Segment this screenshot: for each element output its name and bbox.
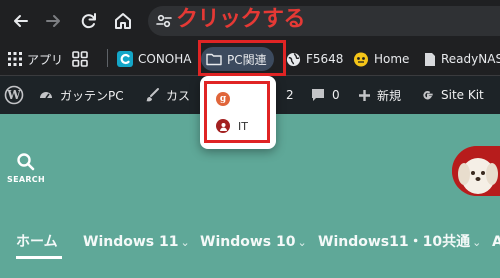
bookmark-apps[interactable]: アプリ <box>8 47 63 71</box>
svg-text:W: W <box>6 88 21 102</box>
site-avatar[interactable] <box>452 146 500 196</box>
bookmark-readynas[interactable]: ReadyNAS <box>424 47 500 71</box>
chevron-down-icon: ⌄ <box>297 236 307 249</box>
dog-avatar-icon <box>452 146 500 196</box>
nav-item-label: ホーム <box>16 234 58 250</box>
wp-new-content[interactable]: 新規 <box>358 84 401 106</box>
bookmarks-separator <box>107 49 108 67</box>
home-button[interactable] <box>110 8 136 34</box>
bookmark-label: アプリ <box>27 52 64 67</box>
wp-site-name-label: ガッテンPC <box>60 88 124 103</box>
bookmark-home[interactable]: Home <box>353 47 409 71</box>
nav-item-label: Windows 11 <box>83 234 179 250</box>
site-info-button[interactable] <box>152 9 176 33</box>
bookmark-label: F5648 <box>306 52 344 66</box>
bookmark-label: ReadyNAS <box>441 52 500 66</box>
globe-icon <box>286 52 301 66</box>
nav-item-label: Windows 10 <box>200 234 296 250</box>
reload-icon <box>81 13 96 29</box>
chevron-down-icon: ⌄ <box>472 236 482 249</box>
nav-item-windows-common[interactable]: Windows11・10共通 ⌄ <box>318 228 481 256</box>
chevron-down-icon: ⌄ <box>180 236 190 249</box>
bookmark-f5648[interactable]: F5648 <box>286 47 343 71</box>
wp-comments-count: 0 <box>332 88 340 102</box>
search-label: SEARCH <box>7 175 45 184</box>
nav-item-windows10[interactable]: Windows 10 ⌄ <box>200 228 307 256</box>
bookmark-label: CONOHA <box>138 52 192 66</box>
back-button[interactable] <box>8 8 34 34</box>
reload-button[interactable] <box>76 8 102 34</box>
click-annotation-label: クリックする <box>176 7 306 32</box>
back-arrow-icon <box>14 15 28 27</box>
home-icon <box>115 13 131 29</box>
browser-toolbar: クリックする <box>0 0 500 42</box>
home-assistant-icon <box>354 52 368 67</box>
wp-updates-count: 2 <box>286 88 294 102</box>
forward-arrow-icon <box>46 15 60 27</box>
annotation-box-folder <box>198 40 286 76</box>
wp-new-label: 新規 <box>377 88 402 103</box>
site-search-button[interactable]: SEARCH <box>7 152 45 192</box>
nav-item-more[interactable]: A <box>492 228 500 256</box>
apps-grid-icon <box>8 52 22 66</box>
nav-item-label: A <box>492 234 500 250</box>
wp-customize-label: カス <box>166 88 191 103</box>
dashboard-gauge-icon <box>40 92 52 99</box>
plus-icon <box>359 89 370 101</box>
wp-customize[interactable]: カス <box>144 84 190 106</box>
wp-logo-menu[interactable]: W <box>4 84 24 106</box>
bookmark-label: Home <box>374 52 410 66</box>
forward-button[interactable] <box>40 8 66 34</box>
nav-item-label: Windows11・10共通 <box>318 234 471 250</box>
brush-icon <box>146 88 159 102</box>
wp-site-kit-label: Site Kit <box>441 88 484 102</box>
wp-site-name[interactable]: ガッテンPC <box>38 84 124 106</box>
conoha-icon <box>117 51 133 67</box>
search-icon <box>17 153 35 171</box>
comment-bubble-icon <box>312 89 324 101</box>
global-nav: ホーム Windows 11 ⌄ Windows 10 ⌄ Windows11・10… <box>0 228 500 256</box>
nav-item-windows11[interactable]: Windows 11 ⌄ <box>83 228 190 256</box>
page-icon <box>425 52 435 66</box>
nav-item-home[interactable]: ホーム <box>16 228 58 256</box>
google-g-icon <box>423 90 433 99</box>
annotation-box-menu <box>204 81 270 143</box>
wp-site-kit[interactable]: Site Kit <box>420 84 484 106</box>
nav-active-underline <box>16 256 62 259</box>
wp-updates[interactable]: 2 <box>286 84 294 106</box>
tune-icon <box>156 14 172 28</box>
tab-groups-icon <box>72 51 88 67</box>
bookmark-conoha[interactable]: CONOHA <box>117 47 191 71</box>
wordpress-logo-icon: W <box>4 85 24 105</box>
wp-comments[interactable]: 0 <box>310 84 340 106</box>
bookmark-tab-groups[interactable] <box>72 47 88 71</box>
